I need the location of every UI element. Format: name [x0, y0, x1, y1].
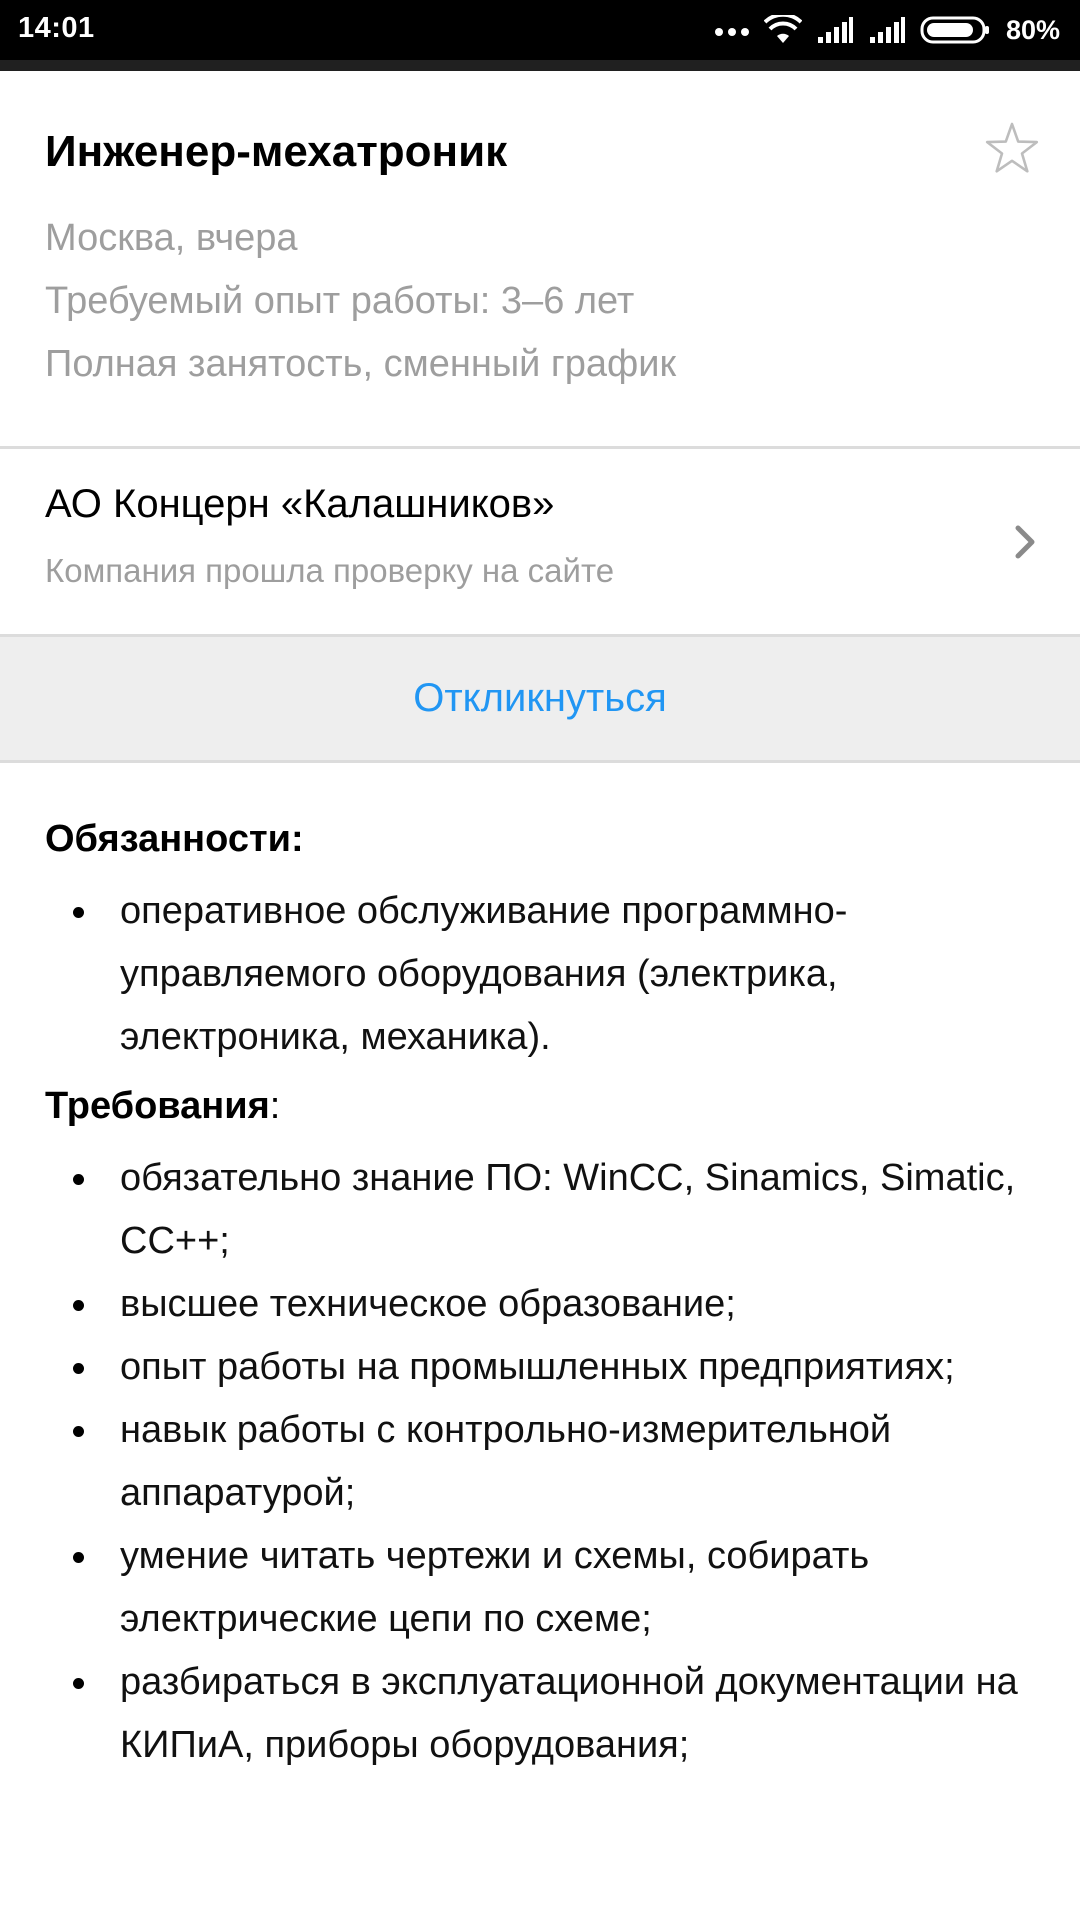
bullet [73, 1552, 84, 1563]
bullet [73, 1678, 84, 1689]
list-item: навык работы с контрольно-измерительной … [45, 1399, 1045, 1525]
vacancy-header: Инженер-мехатроник Москва, вчера Требуем… [0, 71, 1080, 447]
toolbar-shadow [0, 60, 1080, 71]
wifi-icon [763, 15, 802, 43]
requirements-heading: Требования: [45, 1085, 281, 1127]
company-verified-text: Компания прошла проверку на сайте [45, 552, 615, 589]
vacancy-location-date: Москва, вчера [45, 217, 298, 259]
bullet [73, 907, 84, 918]
company-row[interactable]: АО Концерн «Калашников» Компания прошла … [0, 450, 1080, 634]
more-dots-icon [714, 28, 749, 36]
bullet [73, 1363, 84, 1374]
signal-icon [817, 17, 853, 43]
status-bar: 14:01 80% [0, 0, 1080, 60]
bullet [73, 1174, 84, 1185]
signal-icon [869, 17, 905, 43]
bullet [73, 1426, 84, 1437]
star-outline-icon[interactable] [982, 119, 1042, 179]
duties-list: оперативное обслуживание программно-упра… [45, 880, 1045, 1069]
duties-heading: Обязанности: [45, 818, 304, 860]
respond-bar: Откликнуться [0, 637, 1080, 760]
list-item: обязательно знание ПО: WinCC, Sinamics, … [45, 1147, 1045, 1273]
list-item: умение читать чертежи и схемы, собирать … [45, 1525, 1045, 1651]
list-item: разбираться в эксплуатационной документа… [45, 1651, 1045, 1777]
status-time: 14:01 [18, 12, 95, 44]
divider [0, 446, 1080, 449]
status-icons: 80% [714, 10, 1060, 50]
vacancy-title: Инженер-мехатроник [45, 127, 508, 176]
vacancy-schedule: Полная занятость, сменный график [45, 343, 677, 385]
bullet [73, 1300, 84, 1311]
vacancy-description: Обязанности: оперативное обслуживание пр… [45, 810, 1045, 1777]
battery-percent: 80% [1005, 14, 1060, 45]
divider [0, 760, 1080, 763]
list-item: оперативное обслуживание программно-упра… [45, 880, 1045, 1069]
respond-button[interactable]: Откликнуться [0, 637, 1080, 760]
battery-icon [920, 16, 989, 44]
chevron-right-icon [1015, 525, 1035, 559]
requirements-list: обязательно знание ПО: WinCC, Sinamics, … [45, 1147, 1045, 1777]
vacancy-experience: Требуемый опыт работы: 3–6 лет [45, 280, 635, 322]
list-item: опыт работы на промышленных предприятиях… [45, 1336, 1045, 1399]
list-item: высшее техническое образование; [45, 1273, 1045, 1336]
company-name: АО Концерн «Калашников» [45, 482, 555, 526]
